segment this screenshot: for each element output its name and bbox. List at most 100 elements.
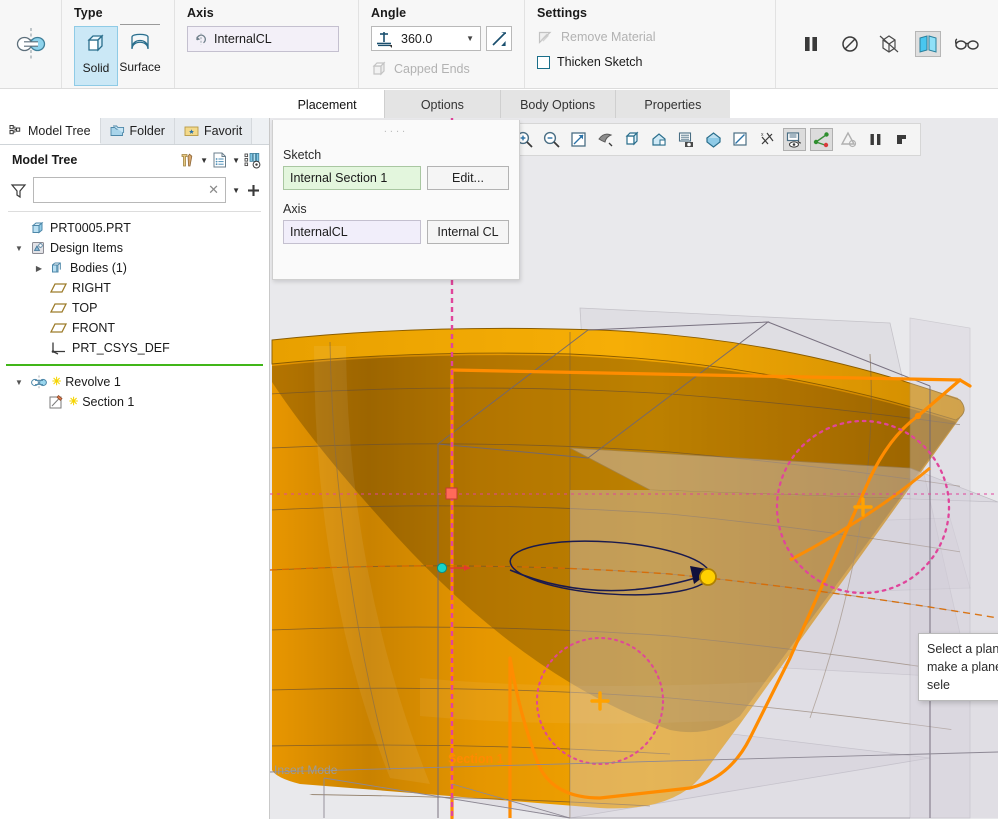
tab-body-options[interactable]: Body Options xyxy=(500,90,616,120)
insert-mode-label: Insert Mode xyxy=(274,763,338,777)
annotation-display-icon xyxy=(677,130,696,149)
sketch-edit-button[interactable]: Edit... xyxy=(427,166,509,190)
type-solid-button[interactable]: Solid xyxy=(74,26,118,86)
pause-button[interactable] xyxy=(798,31,824,57)
twisty-bodies[interactable]: ▶ xyxy=(32,264,46,273)
preview-wireframe-icon xyxy=(877,32,901,56)
internal-cl-button[interactable]: Internal CL xyxy=(427,220,509,244)
perspective-button[interactable] xyxy=(729,128,752,151)
nav-tab-favorites[interactable]: Favorit xyxy=(174,118,253,144)
angle-group-title: Angle xyxy=(371,6,407,20)
sketch-collector[interactable]: Internal Section 1 xyxy=(283,166,421,190)
type-group-title: Type xyxy=(74,6,103,20)
view-manager-button[interactable] xyxy=(648,128,671,151)
search-input[interactable]: ✕ xyxy=(33,177,227,203)
internal-cl-button-label: Internal CL xyxy=(437,225,499,239)
tab-properties[interactable]: Properties xyxy=(615,90,730,120)
tree-item-label: Revolve 1 xyxy=(65,375,121,389)
settings-tools-icon[interactable] xyxy=(178,151,197,170)
angle-group: Angle 360.0 ▼ Capped Ends xyxy=(358,0,524,88)
chevron-down-icon[interactable]: ▼ xyxy=(232,186,240,195)
annotation-display-button[interactable] xyxy=(675,128,698,151)
angle-value-combobox[interactable]: 360.0 ▼ xyxy=(371,26,481,51)
datum-plane-icon xyxy=(50,301,68,315)
display-list-icon[interactable] xyxy=(211,151,229,169)
pause-playback-button[interactable] xyxy=(864,128,887,151)
tree-item-label: PRT_CSYS_DEF xyxy=(72,341,170,355)
layer-display-button[interactable] xyxy=(783,128,806,151)
tree-item-bodies[interactable]: ▶ Bodies (1) xyxy=(0,258,269,278)
tree-item-part[interactable]: PRT0005.PRT xyxy=(0,218,269,238)
tree-item-design-items[interactable]: ▼ Design Items xyxy=(0,238,269,258)
saved-orientations-button[interactable] xyxy=(621,128,644,151)
insert-indicator[interactable] xyxy=(6,364,263,366)
tree-item-right-plane[interactable]: RIGHT xyxy=(0,278,269,298)
capped-ends-option: Capped Ends xyxy=(371,61,512,77)
navigator-filter-row: ✕ ▼ xyxy=(0,175,269,209)
svg-text:x: x xyxy=(761,132,764,138)
chevron-down-icon[interactable]: ▼ xyxy=(200,156,208,165)
tree-item-csys[interactable]: PRT_CSYS_DEF xyxy=(0,338,269,358)
tree-item-section-1[interactable]: ✳ Section 1 xyxy=(0,392,269,412)
close-icon[interactable]: ✕ xyxy=(208,182,219,198)
tree-item-label: TOP xyxy=(72,301,98,315)
tab-placement-label: Placement xyxy=(297,98,357,112)
tree-item-revolve-1[interactable]: ▼ ✳ Revolve 1 xyxy=(0,372,269,392)
axis-panel-collector-value: InternalCL xyxy=(290,225,348,239)
solid-icon xyxy=(85,33,107,55)
appearance-gallery-button[interactable] xyxy=(837,128,860,151)
datum-display-icon: x xyxy=(758,130,777,149)
zoom-out-button[interactable] xyxy=(540,128,563,151)
tree-item-front-plane[interactable]: FRONT xyxy=(0,318,269,338)
type-surface-button[interactable]: Surface xyxy=(118,24,162,86)
cancel-button[interactable] xyxy=(837,31,863,57)
point-display-button[interactable] xyxy=(810,128,833,151)
angle-from-sketch-icon[interactable] xyxy=(374,29,394,49)
axis-collector[interactable]: InternalCL xyxy=(187,26,339,52)
type-surface-label: Surface xyxy=(119,60,161,74)
drag-handle-knob xyxy=(699,568,717,586)
preview-shaded-button[interactable] xyxy=(915,31,941,57)
axis-field-label: Axis xyxy=(283,202,307,216)
funnel-icon[interactable] xyxy=(10,182,27,199)
axis-panel-collector[interactable]: InternalCL xyxy=(283,220,421,244)
glasses-preview-icon xyxy=(954,35,980,53)
selection-tooltip-text: Select a plane, make a plane, or sele xyxy=(927,642,998,693)
preview-wireframe-button[interactable] xyxy=(876,31,902,57)
panel-grip-handle[interactable]: .... xyxy=(283,124,509,135)
cancel-icon xyxy=(841,35,859,53)
layer-display-icon xyxy=(785,130,804,149)
vertex-point xyxy=(914,412,922,420)
thicken-sketch-option[interactable]: Thicken Sketch xyxy=(537,51,712,73)
revolve-feature-icon xyxy=(30,375,48,390)
end-playback-button[interactable] xyxy=(891,128,914,151)
graphics-toolbar: x xyxy=(506,123,921,156)
flip-direction-button[interactable] xyxy=(486,26,512,51)
tree-item-label: Bodies (1) xyxy=(70,261,127,275)
plus-icon[interactable] xyxy=(246,183,261,198)
tab-placement[interactable]: Placement xyxy=(270,90,386,120)
sketch-icon xyxy=(48,394,65,410)
refit-button[interactable] xyxy=(567,128,590,151)
tree-item-top-plane[interactable]: TOP xyxy=(0,298,269,318)
chevron-down-icon[interactable]: ▼ xyxy=(232,156,240,165)
remove-material-icon xyxy=(537,29,554,46)
glasses-preview-button[interactable] xyxy=(954,31,980,57)
design-items-icon xyxy=(30,240,46,256)
thicken-sketch-checkbox[interactable] xyxy=(537,55,550,69)
capped-ends-label: Capped Ends xyxy=(394,62,470,76)
nav-tab-folder[interactable]: Folder xyxy=(100,118,175,144)
chevron-down-icon[interactable]: ▼ xyxy=(466,34,478,43)
type-group: Type Solid Surface xyxy=(62,0,174,88)
twisty-revolve[interactable]: ▼ xyxy=(12,378,26,387)
spin-center-button[interactable] xyxy=(594,128,617,151)
twisty-design-items[interactable]: ▼ xyxy=(12,244,26,253)
section-origin-point xyxy=(445,487,458,500)
tab-options[interactable]: Options xyxy=(385,90,501,120)
nav-tab-folder-label: Folder xyxy=(129,124,165,138)
tree-filters-icon[interactable] xyxy=(243,151,263,170)
datum-display-button[interactable]: x xyxy=(756,128,779,151)
nav-tab-model-tree[interactable]: Model Tree xyxy=(0,118,101,144)
nav-tab-favorites-label: Favorit xyxy=(203,124,243,138)
display-style-button[interactable] xyxy=(702,128,725,151)
